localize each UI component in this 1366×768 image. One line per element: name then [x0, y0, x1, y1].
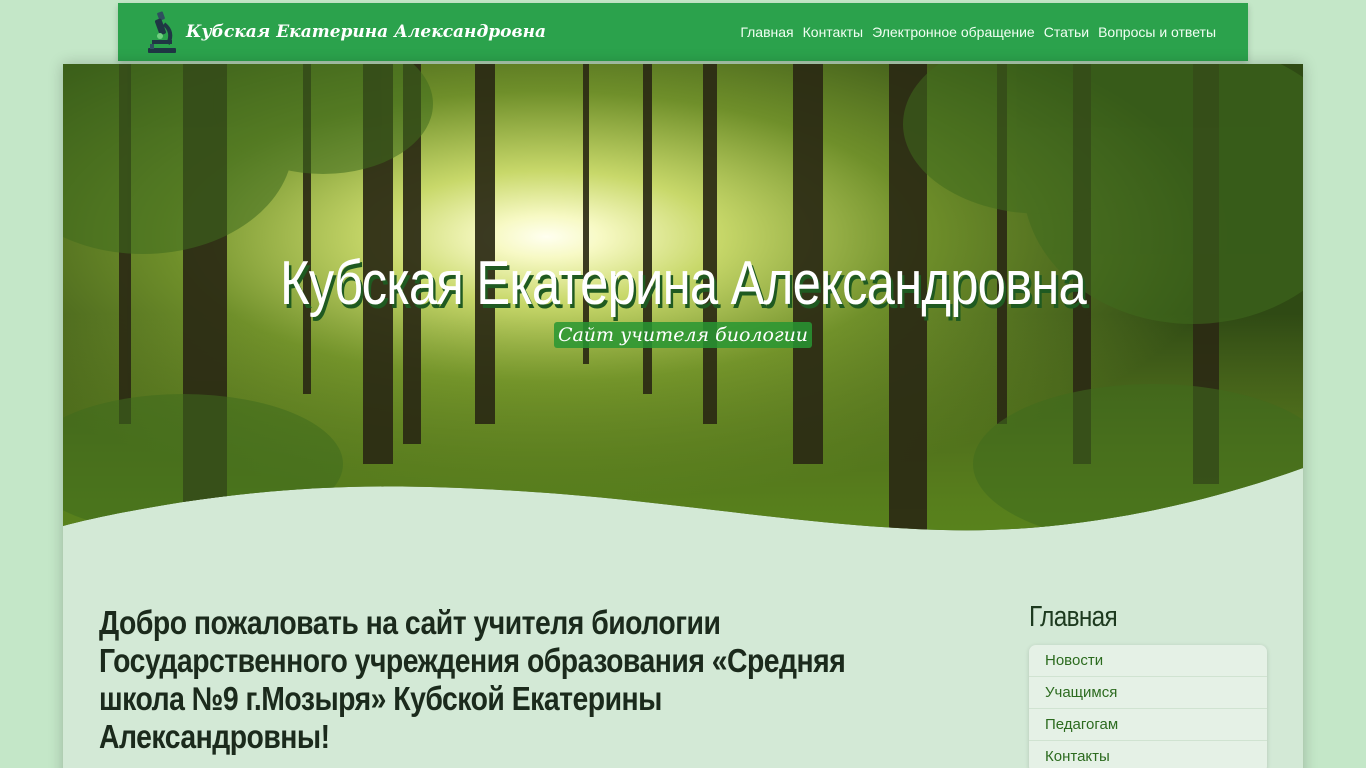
sidebar-item-students[interactable]: Учащимся — [1029, 677, 1267, 709]
sidebar-item-contacts[interactable]: Контакты — [1029, 741, 1267, 768]
nav-link-faq[interactable]: Вопросы и ответы — [1098, 24, 1216, 40]
welcome-heading: Добро пожаловать на сайт учителя биологи… — [99, 604, 846, 755]
top-navbar: Кубская Екатерина Александровна Главная … — [118, 3, 1248, 61]
microscope-icon — [148, 11, 176, 53]
sidebar-menu: Новости Учащимся Педагогам Контакты — [1029, 645, 1267, 768]
nav-link-articles[interactable]: Статьи — [1044, 24, 1089, 40]
main-card: Кубская Екатерина Александровна Сайт учи… — [63, 64, 1303, 768]
site-logo[interactable]: Кубская Екатерина Александровна — [144, 10, 546, 54]
main-nav: Главная Контакты Электронное обращение С… — [740, 3, 1216, 61]
nav-link-contacts[interactable]: Контакты — [803, 24, 863, 40]
sidebar-title: Главная — [1029, 601, 1118, 633]
nav-link-home[interactable]: Главная — [740, 24, 793, 40]
hero-title: Кубская Екатерина Александровна — [279, 249, 1087, 318]
sidebar-item-teachers[interactable]: Педагогам — [1029, 709, 1267, 741]
brand-name[interactable]: Кубская Екатерина Александровна — [186, 22, 546, 42]
nav-link-e-appeal[interactable]: Электронное обращение — [872, 24, 1035, 40]
hero-subtitle-wrap: Сайт учителя биологии — [63, 322, 1303, 348]
sidebar-item-news[interactable]: Новости — [1029, 645, 1267, 677]
hero-subtitle: Сайт учителя биологии — [553, 322, 813, 348]
